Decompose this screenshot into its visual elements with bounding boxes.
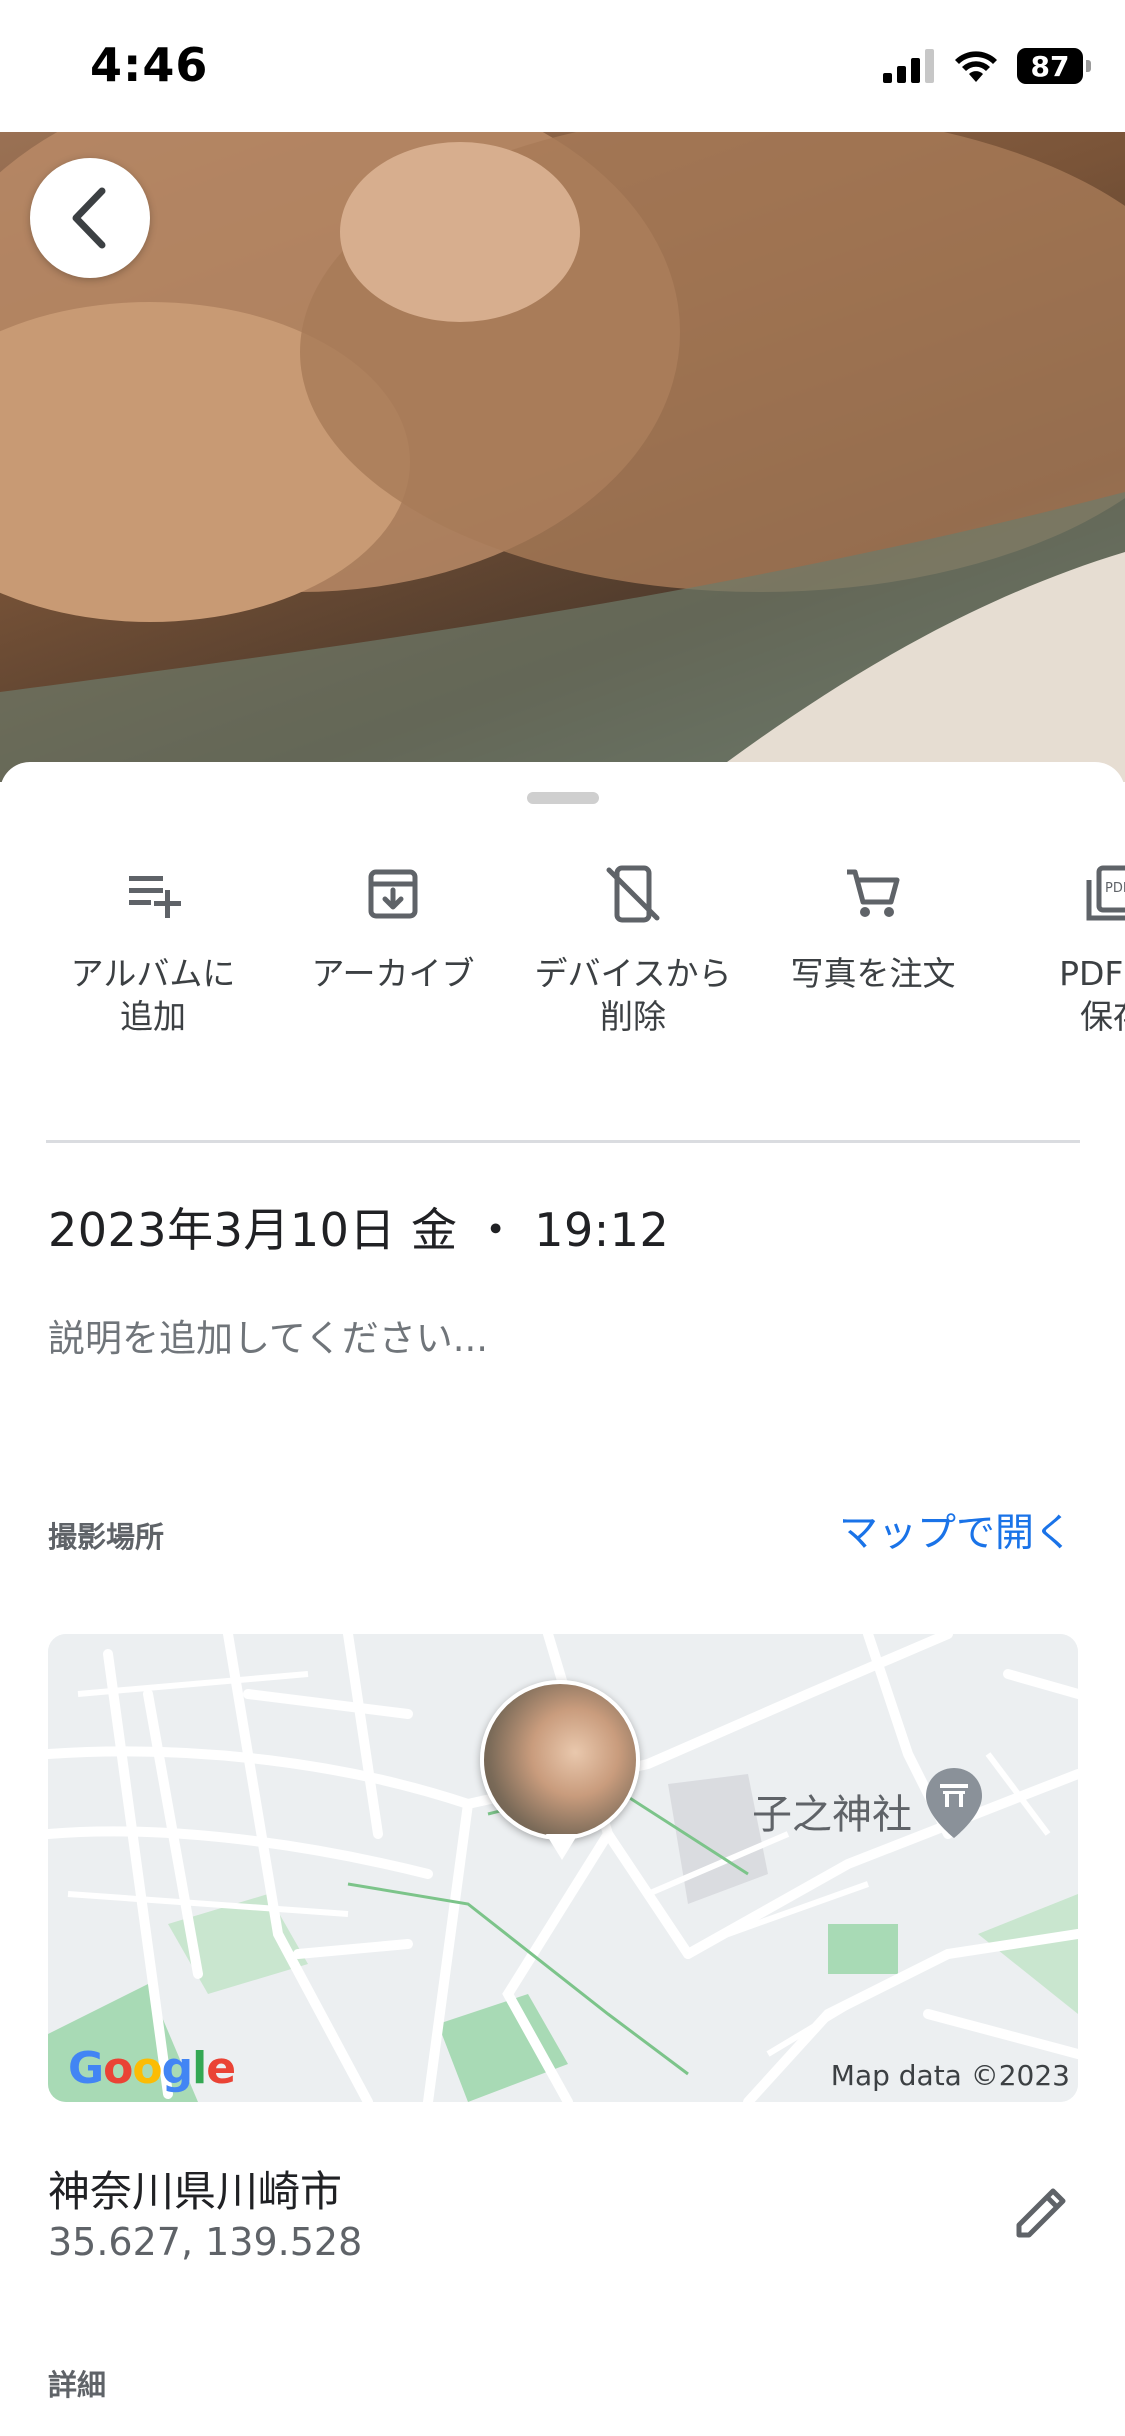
archive-button[interactable]: アーカイブ <box>283 862 503 995</box>
svg-text:PDF: PDF <box>1105 881 1125 896</box>
save-as-pdf-button[interactable]: PDF PDF 形 保存 <box>1003 862 1125 1038</box>
edit-location-button[interactable] <box>1000 2170 1084 2254</box>
cellular-signal-icon <box>883 49 934 83</box>
drag-handle[interactable] <box>527 792 599 804</box>
divider <box>46 1140 1080 1143</box>
status-time: 4:46 <box>90 38 209 92</box>
photo-datetime: 2023年3月10日 金 ・ 19:12 <box>48 1203 670 1257</box>
details-section-label: 詳細 <box>48 2368 107 2402</box>
map-credit: Map data ©2023 <box>830 2059 1070 2092</box>
actions-row: アルバムに 追加 アーカイブ デバイスから 削除 写真を注文 PD PDF 保 <box>0 862 1125 1042</box>
playlist-add-icon <box>129 876 181 918</box>
google-logo: Google <box>68 2043 236 2094</box>
cart-icon <box>847 869 900 917</box>
order-photo-button[interactable]: 写真を注文 <box>763 862 983 995</box>
add-to-album-button[interactable]: アルバムに 追加 <box>43 862 263 1038</box>
open-in-maps-link[interactable]: マップで開く <box>839 1502 1073 1558</box>
photo-image <box>0 132 1125 782</box>
order-photo-label: 写真を注文 <box>790 954 956 993</box>
delete-from-device-label: デバイスから 削除 <box>534 954 732 1036</box>
battery-indicator: 87 <box>1017 48 1091 84</box>
map-poi-label: 子之神社 <box>752 1792 912 1838</box>
battery-tip <box>1086 60 1091 72</box>
location-section-label: 撮影場所 <box>48 1520 165 1554</box>
place-coordinates: 35.627, 139.528 <box>48 2220 363 2264</box>
description-input[interactable]: 説明を追加してください... <box>48 1308 488 1362</box>
pin-tail <box>546 1834 578 1860</box>
info-sheet: アルバムに 追加 アーカイブ デバイスから 削除 写真を注文 PD PDF 保 … <box>0 762 1125 2436</box>
wifi-icon <box>955 51 997 82</box>
save-as-pdf-label: PDF 形 保存 <box>1059 954 1125 1036</box>
photo-preview[interactable] <box>0 132 1125 782</box>
location-map[interactable]: 子之神社 Google Map data ©2023 <box>48 1634 1078 2102</box>
pin-thumbnail <box>480 1680 640 1840</box>
add-to-album-label: アルバムに 追加 <box>70 954 236 1036</box>
status-icons: 87 <box>883 48 1091 84</box>
delete-from-device-button[interactable]: デバイスから 削除 <box>523 862 743 1038</box>
archive-label: アーカイブ <box>311 954 475 993</box>
shrine-marker-icon <box>926 1768 982 1838</box>
photo-location-pin[interactable] <box>480 1680 644 1860</box>
archive-icon <box>368 869 418 919</box>
back-button[interactable] <box>30 158 150 278</box>
place-name: 神奈川県川崎市 <box>48 2167 343 2216</box>
chevron-left-icon <box>72 187 106 249</box>
battery-level: 87 <box>1030 49 1070 83</box>
status-bar: 4:46 87 <box>0 0 1125 132</box>
pencil-icon <box>1016 2188 1066 2238</box>
phone-off-icon <box>606 865 660 923</box>
pdf-icon: PDF <box>1086 865 1125 921</box>
